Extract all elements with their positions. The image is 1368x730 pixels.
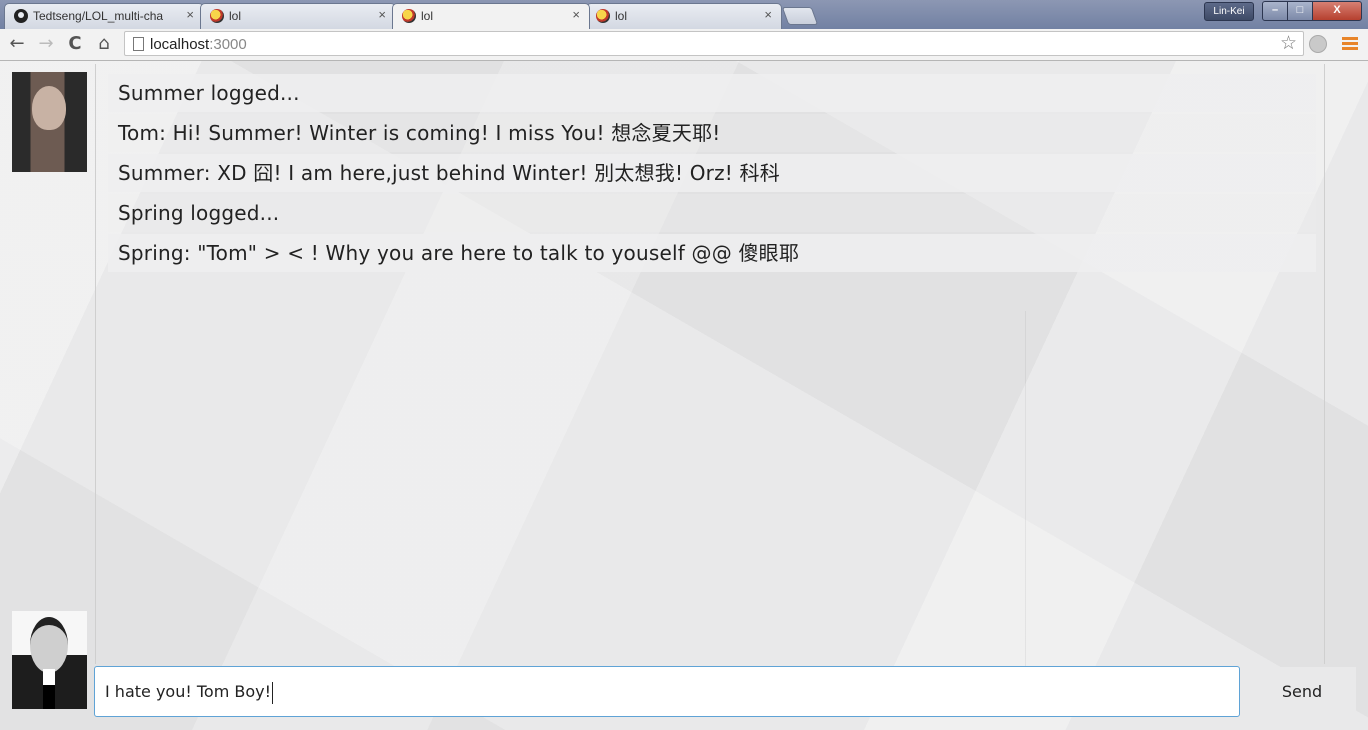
profile-badge[interactable]: Lin-Kei <box>1204 2 1254 21</box>
send-button[interactable]: Send <box>1248 667 1356 717</box>
url-host: localhost <box>150 36 210 53</box>
close-tab-icon[interactable]: × <box>186 8 194 22</box>
tab-title: Tedtseng/LOL_multi-chat- <box>33 9 163 23</box>
chat-message: Spring: "Tom" > < ! Why you are here to … <box>108 234 1316 272</box>
close-tab-icon[interactable]: × <box>378 8 386 22</box>
chat-message: Summer logged... <box>108 74 1316 112</box>
title-bar: Tedtseng/LOL_multi-chat- × lol × lol × l… <box>0 0 1368 29</box>
troll-face-icon <box>402 9 416 23</box>
url-text[interactable]: localhost:3000 <box>150 36 247 53</box>
url-port: :3000 <box>209 36 247 53</box>
tab-title: lol <box>421 9 434 23</box>
back-icon[interactable]: ← <box>6 33 28 55</box>
other-user-avatar <box>12 72 87 172</box>
close-tab-icon[interactable]: × <box>572 8 580 22</box>
text-caret <box>272 681 274 704</box>
tab-github[interactable]: Tedtseng/LOL_multi-chat- × <box>4 3 204 29</box>
chat-log: Summer logged... Tom: Hi! Summer! Winter… <box>95 64 1325 664</box>
tab-lol-active[interactable]: lol × <box>392 3 590 29</box>
chat-message: Summer: XD 囧! I am here,just behind Wint… <box>108 154 1316 192</box>
troll-face-icon <box>210 9 224 23</box>
forward-icon[interactable]: → <box>35 33 57 55</box>
extension-icon[interactable] <box>1309 35 1327 53</box>
chat-message: Spring logged... <box>108 194 1316 232</box>
current-user-avatar <box>12 611 87 709</box>
maximize-button[interactable]: □ <box>1287 1 1313 21</box>
minimize-button[interactable]: – <box>1262 1 1288 21</box>
bookmark-star-icon[interactable]: ☆ <box>1280 32 1297 54</box>
tab-title: lol <box>229 9 242 23</box>
github-icon <box>14 9 28 23</box>
address-bar[interactable]: localhost:3000 ☆ <box>124 31 1304 56</box>
new-tab-button[interactable] <box>781 7 819 25</box>
troll-face-icon <box>596 9 610 23</box>
home-icon[interactable]: ⌂ <box>93 33 115 55</box>
reload-icon[interactable]: C <box>64 33 86 55</box>
tab-title: lol <box>615 9 628 23</box>
page-icon <box>133 37 144 51</box>
chat-page: Summer logged... Tom: Hi! Summer! Winter… <box>0 61 1368 730</box>
menu-icon[interactable] <box>1342 37 1358 51</box>
tab-lol-3[interactable]: lol × <box>586 3 782 29</box>
message-input-value: I hate you! Tom Boy! <box>105 682 272 701</box>
close-tab-icon[interactable]: × <box>764 8 772 22</box>
message-input[interactable]: I hate you! Tom Boy! <box>94 666 1240 717</box>
tab-lol-1[interactable]: lol × <box>200 3 396 29</box>
browser-toolbar: ← → C ⌂ localhost:3000 ☆ <box>0 29 1368 61</box>
close-window-button[interactable]: X <box>1312 1 1362 21</box>
chat-message: Tom: Hi! Summer! Winter is coming! I mis… <box>108 114 1316 152</box>
